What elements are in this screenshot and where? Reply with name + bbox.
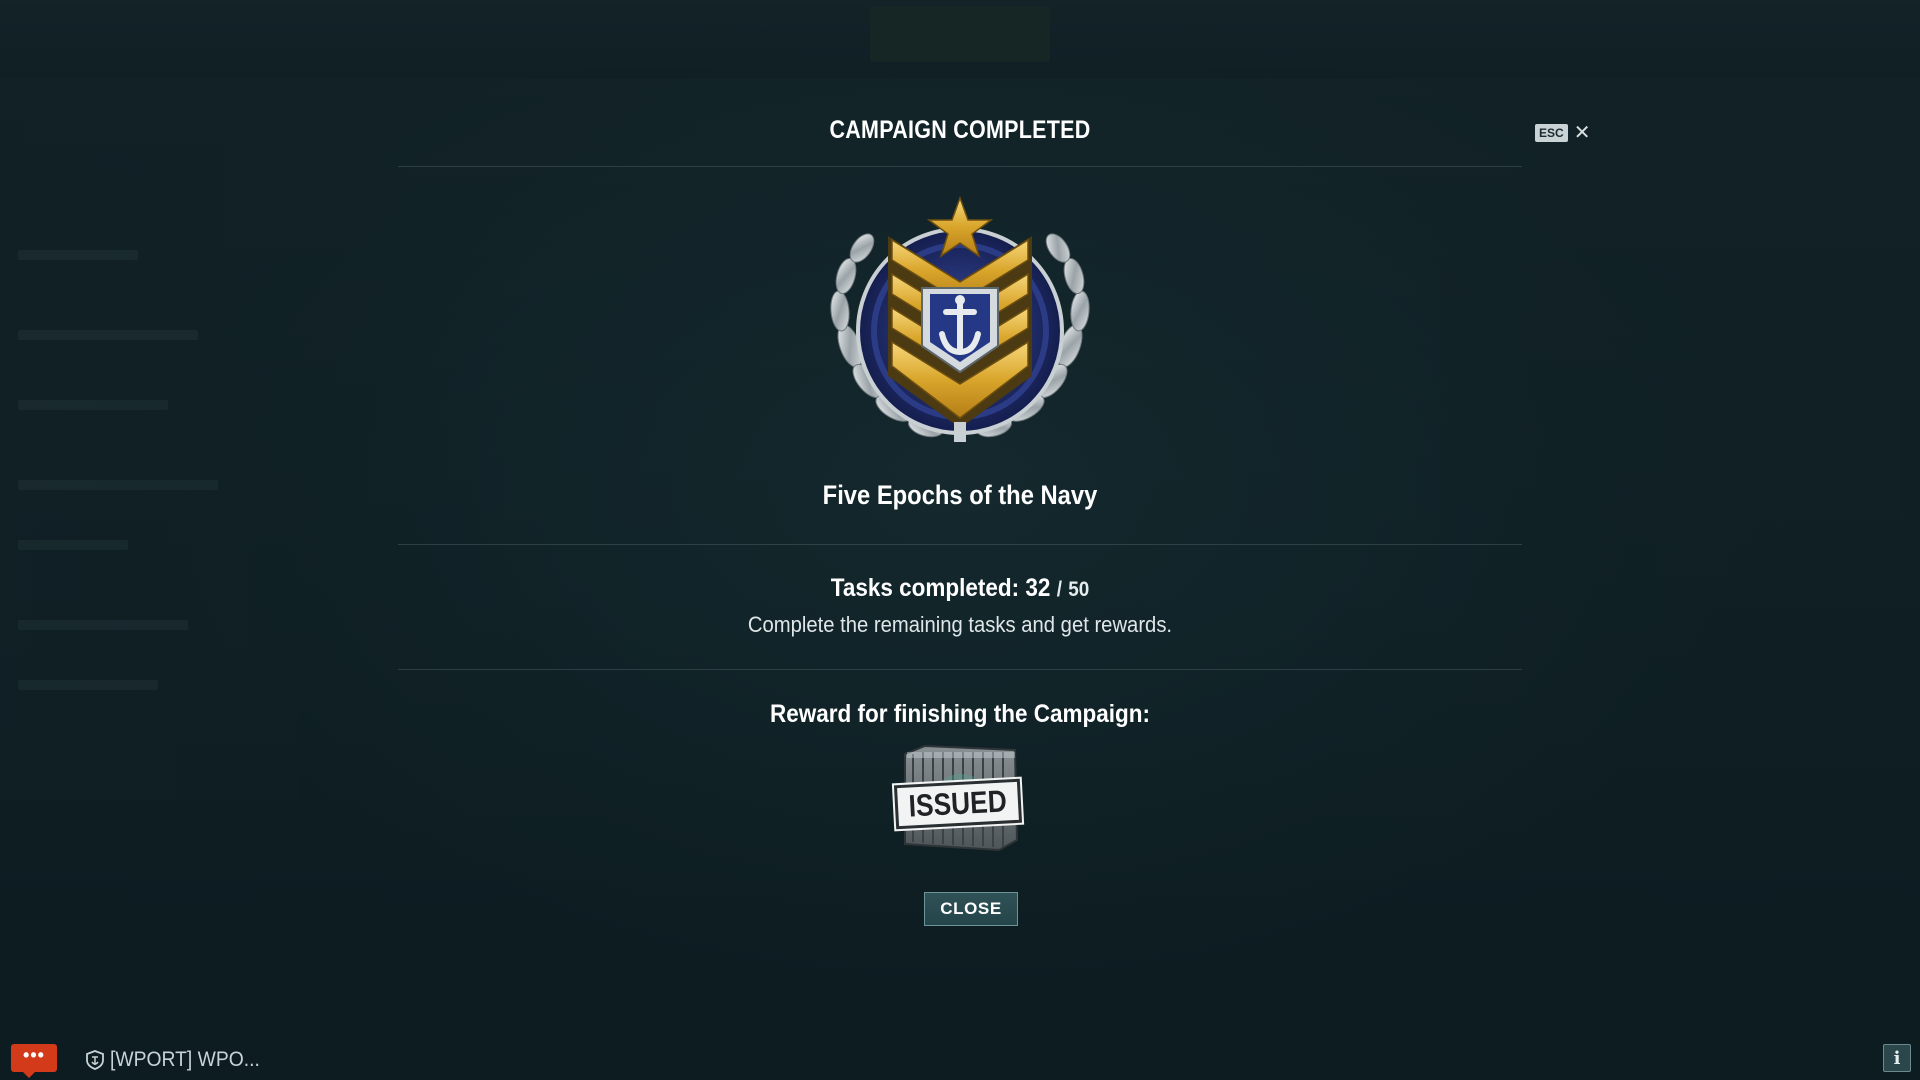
esc-close-control[interactable]: ESC ✕ xyxy=(1535,123,1591,143)
campaign-name: Five Epochs of the Navy xyxy=(822,480,1098,510)
close-icon[interactable]: ✕ xyxy=(1574,123,1591,143)
reward-status: ISSUED xyxy=(908,783,1008,824)
info-button[interactable]: i xyxy=(1883,1044,1911,1072)
divider xyxy=(398,669,1522,670)
divider xyxy=(398,166,1522,167)
reward-title: Reward for finishing the Campaign: xyxy=(769,700,1151,728)
clan-chat-channel[interactable]: [WPORT] WPO... xyxy=(86,1048,273,1072)
tasks-done-count: 32 xyxy=(1025,574,1051,602)
esc-key-badge: ESC xyxy=(1535,124,1568,142)
tasks-label: Tasks completed: xyxy=(830,574,1020,602)
divider xyxy=(398,544,1522,545)
chat-bubble-icon: ••• xyxy=(23,1045,45,1065)
reward-container: ISSUED xyxy=(893,744,1023,852)
dialog-title: CAMPAIGN COMPLETED xyxy=(829,116,1091,144)
clan-channel-label: [WPORT] WPO... xyxy=(110,1048,260,1071)
tasks-progress: Tasks completed: 32 / 50 xyxy=(454,574,1466,603)
campaign-completed-dialog: CAMPAIGN COMPLETED ESC ✕ Five Epochs of … xyxy=(398,104,1590,944)
tasks-total-count: 50 xyxy=(1068,578,1090,601)
campaign-medal-icon xyxy=(830,196,1090,442)
chat-button[interactable]: ••• xyxy=(11,1044,57,1078)
clan-shield-icon xyxy=(86,1050,104,1070)
tasks-separator: / xyxy=(1056,578,1062,601)
close-button[interactable]: CLOSE xyxy=(924,892,1018,926)
info-icon: i xyxy=(1893,1047,1901,1069)
tasks-hint: Complete the remaining tasks and get rew… xyxy=(747,612,1173,637)
issued-stamp: ISSUED xyxy=(893,778,1023,830)
